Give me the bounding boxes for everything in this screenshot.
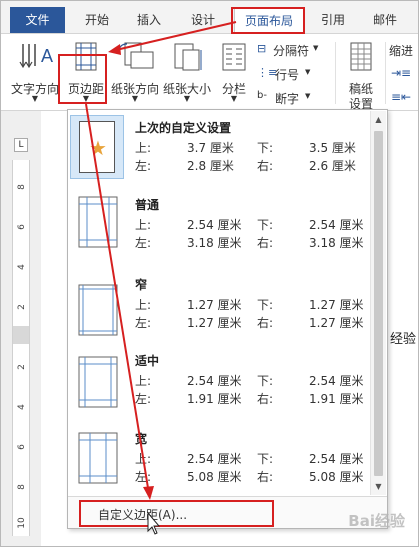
chevron-down-icon: ▼ (131, 94, 139, 103)
margin-preset-narrow[interactable]: 窄 上: 1.27 厘米 下: 1.27 厘米 左: 1.27 厘米 右: 1.… (68, 270, 370, 339)
tab-mailings[interactable]: 邮件 (363, 9, 407, 31)
hyphenation-icon: b- (257, 90, 267, 101)
svg-text:A: A (41, 46, 53, 66)
columns-icon (222, 43, 246, 71)
document-partial-text: 经验 (390, 332, 417, 347)
chevron-down-icon: ▼ (31, 94, 39, 103)
ruler-margin-marker (13, 326, 29, 344)
preset-name: 宽 (135, 432, 148, 446)
chevron-down-icon: ▼ (313, 44, 319, 52)
custom-margins-menu-item[interactable]: 自定义边距(A)... (68, 496, 387, 528)
orientation-button[interactable]: 纸张方向 ▼ (109, 40, 161, 106)
margins-icon (75, 42, 97, 71)
ruler-number: 2 (17, 364, 27, 370)
chevron-down-icon: ▼ (305, 92, 311, 100)
manuscript-settings-button[interactable]: 稿纸 设置 (341, 40, 381, 111)
indent-label: 缩进 (389, 44, 414, 58)
ruler-number: 2 (17, 304, 27, 310)
ribbon-tab-bar: 文件 开始 插入 设计 页面布局 引用 邮件 (1, 1, 418, 34)
paper-size-button[interactable]: 纸张大小 ▼ (161, 40, 213, 106)
orientation-icon (118, 42, 154, 69)
ruler-number: 4 (17, 404, 27, 410)
manuscript-icon (350, 42, 372, 71)
margins-dropdown: ★ 上次的自定义设置 上: 3.7 厘米 下: 3.5 厘米 左: 2.8 厘米… (67, 109, 388, 529)
normal-margin-icon (78, 196, 118, 248)
chevron-down-icon: ▼ (305, 68, 311, 76)
indent-left-icon[interactable]: ⇥≡ (391, 66, 419, 84)
scroll-thumb[interactable] (374, 131, 383, 476)
wide-margin-icon (78, 432, 118, 484)
ruler-number: 4 (17, 264, 27, 270)
chevron-down-icon: ▼ (230, 94, 238, 103)
margin-preset-wide[interactable]: 宽 上: 2.54 厘米 下: 2.54 厘米 左: 5.08 厘米 右: 5.… (68, 424, 370, 493)
star-icon: ★ (89, 136, 107, 160)
ruler-number: 10 (17, 517, 27, 529)
indent-right-icon[interactable]: ≡⇤ (391, 90, 419, 108)
hyphenation-label: 断字 (275, 92, 300, 106)
tab-home[interactable]: 开始 (75, 9, 119, 31)
vertical-ruler[interactable]: 8 6 4 2 2 4 6 8 10 (12, 160, 30, 536)
preset-name: 普通 (135, 198, 160, 212)
preset-name: 窄 (135, 278, 148, 292)
tab-design[interactable]: 设计 (181, 9, 225, 31)
scroll-up-icon[interactable]: ▲ (371, 112, 386, 127)
breaks-label: 分隔符 (273, 44, 310, 58)
tab-file[interactable]: 文件 (10, 7, 65, 33)
ruler-number: 6 (17, 224, 27, 230)
dropdown-scrollbar[interactable]: ▲ ▼ (370, 111, 386, 495)
breaks-icon: ⊟ (257, 42, 267, 55)
ruler-number: 8 (17, 184, 27, 190)
ribbon: A 文字方向 ▼ 页边距 ▼ 纸张方向 ▼ 纸张大小 ▼ 分栏 ▼ ⊟ 分隔符 … (1, 34, 418, 111)
scroll-down-icon[interactable]: ▼ (371, 479, 386, 494)
columns-button[interactable]: 分栏 ▼ (215, 40, 253, 106)
hyphenation-button[interactable]: b- 断字 ▼ (257, 90, 327, 108)
ribbon-separator (335, 42, 336, 104)
line-numbers-button[interactable]: ⋮≡ 行号 ▼ (257, 66, 327, 84)
narrow-margin-icon (78, 284, 118, 336)
margin-preset-last-custom[interactable]: ★ 上次的自定义设置 上: 3.7 厘米 下: 3.5 厘米 左: 2.8 厘米… (68, 113, 370, 182)
paper-size-icon (174, 43, 202, 71)
line-numbers-label: 行号 (275, 68, 300, 82)
chevron-down-icon: ▼ (183, 94, 191, 103)
tab-references[interactable]: 引用 (313, 9, 353, 31)
ruler-number: 6 (17, 444, 27, 450)
tab-insert[interactable]: 插入 (127, 9, 171, 31)
margin-preset-moderate[interactable]: 适中 上: 2.54 厘米 下: 2.54 厘米 左: 1.91 厘米 右: 1… (68, 346, 370, 415)
text-direction-button[interactable]: A 文字方向 ▼ (11, 40, 59, 106)
preset-name: 上次的自定义设置 (135, 121, 232, 135)
preset-name: 适中 (135, 354, 160, 368)
ribbon-separator (385, 42, 386, 104)
custom-margins-label: 自定义边距(A)... (98, 508, 188, 522)
baidu-watermark: Bai经验 (348, 512, 405, 530)
moderate-margin-icon (78, 356, 118, 408)
margins-button[interactable]: 页边距 ▼ (61, 40, 111, 106)
last-custom-thumbnail: ★ (70, 115, 124, 179)
margin-preset-normal[interactable]: 普通 上: 2.54 厘米 下: 2.54 厘米 左: 3.18 厘米 右: 3… (68, 190, 370, 259)
tab-selector[interactable]: L (14, 138, 28, 152)
text-direction-icon: A (19, 44, 53, 69)
breaks-button[interactable]: ⊟ 分隔符 ▼ (257, 42, 327, 60)
chevron-down-icon: ▼ (82, 94, 90, 103)
tab-page-layout[interactable]: 页面布局 (234, 8, 304, 34)
ruler-number: 8 (17, 484, 27, 490)
